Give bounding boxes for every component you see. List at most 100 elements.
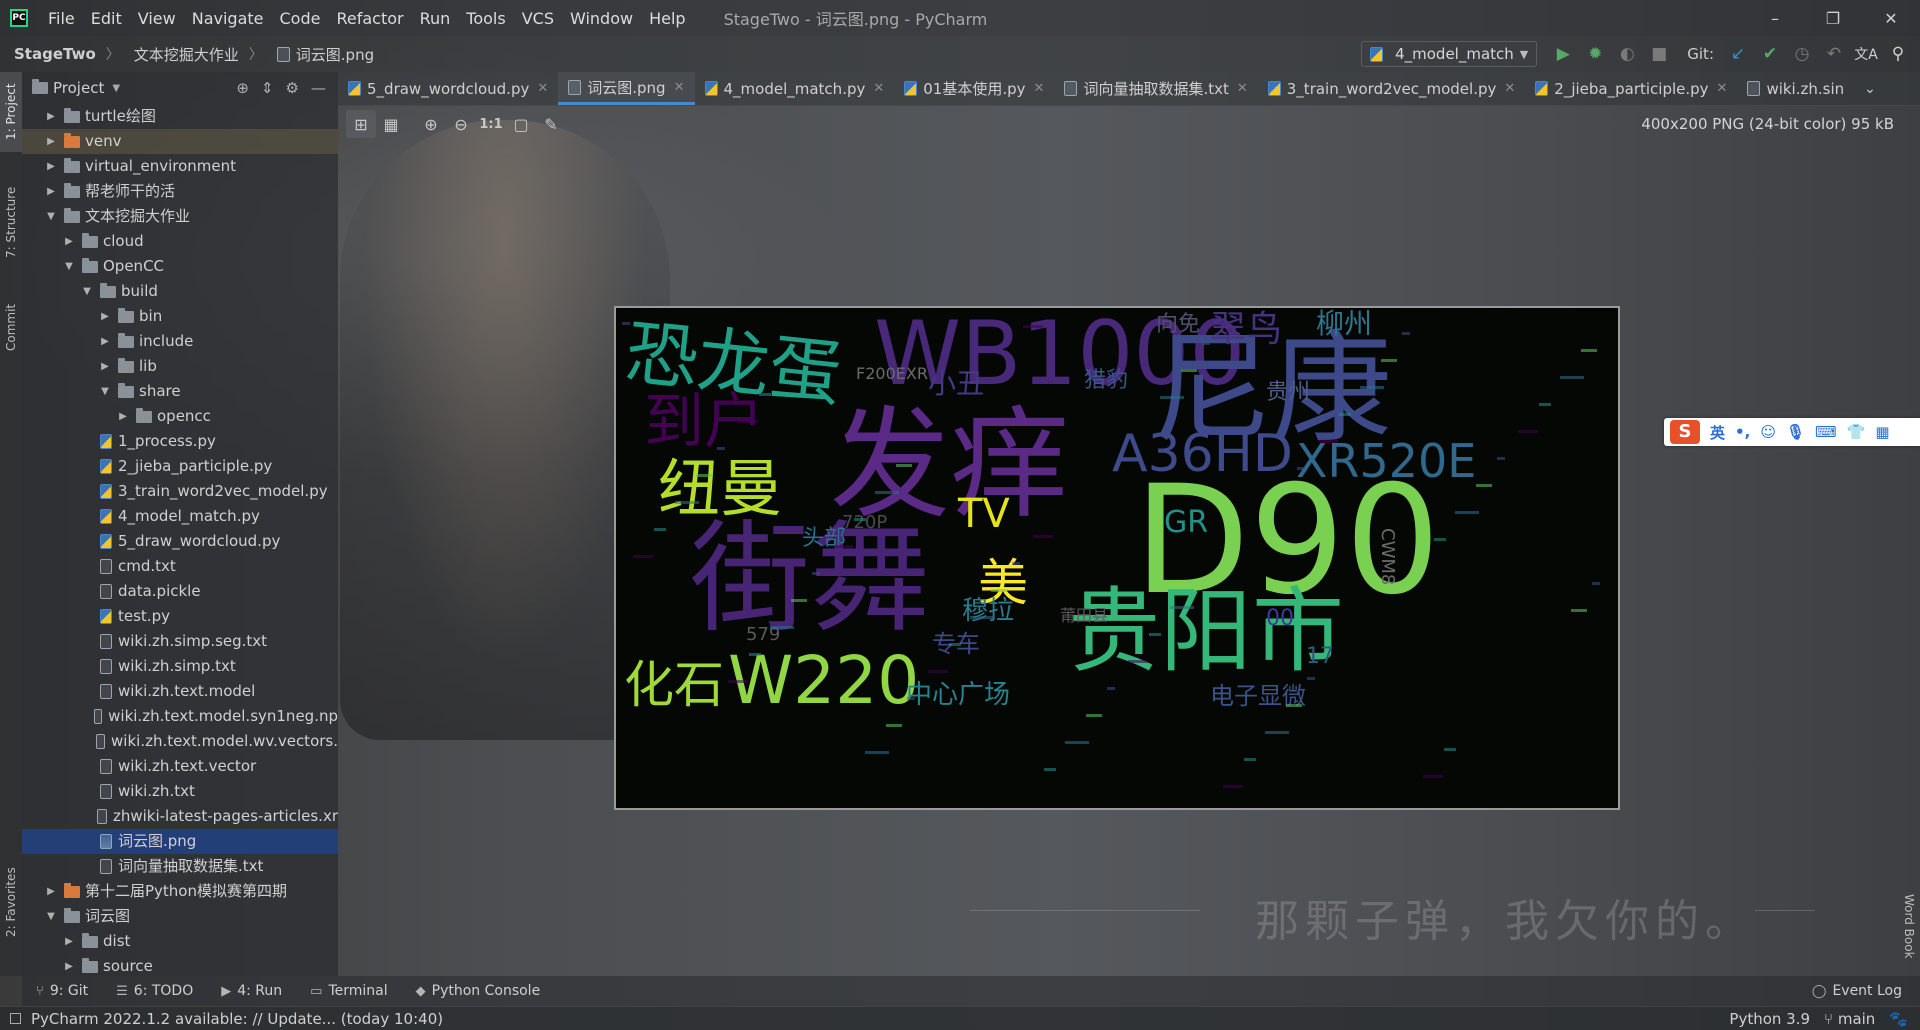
tree-item[interactable]: zhwiki-latest-pages-articles.xr [22,804,338,829]
menu-item-navigate[interactable]: Navigate [184,9,272,28]
tree-item[interactable]: 3_train_word2vec_model.py [22,479,338,504]
gear-icon[interactable]: ⚙ [286,79,299,97]
sogou-logo-icon[interactable]: S [1670,420,1700,444]
coverage-icon[interactable]: ◐ [1613,40,1641,68]
project-view-selector[interactable]: Project [53,79,104,97]
editor-tab[interactable]: 01基本使用.py ✕ [894,72,1054,105]
tree-item[interactable]: wiki.zh.text.model.wv.vectors. [22,729,338,754]
tree-item[interactable]: ▼ 文本挖掘大作业 [22,204,338,229]
color-picker-icon[interactable]: ✎ [536,110,566,138]
tree-item[interactable]: ▼ build [22,279,338,304]
hide-icon[interactable]: — [311,79,326,97]
git-branch[interactable]: ⑂ main [1824,1010,1875,1028]
editor-tab[interactable]: 5_draw_wordcloud.py ✕ [338,72,558,105]
collapsed-arrow-icon[interactable]: ▶ [44,879,58,904]
tree-item[interactable]: ▶ 第十二届Python模拟赛第四期 [22,879,338,904]
tree-item[interactable]: ▶ virtual_environment [22,154,338,179]
tree-item[interactable]: test.py [22,604,338,629]
collapsed-arrow-icon[interactable]: ▶ [44,179,58,204]
tree-item[interactable]: ▼ 词云图 [22,904,338,929]
punctuation-icon[interactable]: •, [1735,423,1750,441]
zoom-out-icon[interactable]: ⊖ [446,110,476,138]
breadcrumb-folder[interactable]: 文本挖掘大作业 [120,44,239,65]
tool-tab-project[interactable]: 1: Project [0,72,22,152]
close-tab-icon[interactable]: ✕ [873,81,884,96]
chevron-down-icon[interactable]: ▼ [112,83,120,94]
tool-tab-commit[interactable]: Commit [0,287,22,367]
close-tab-icon[interactable]: ✕ [1717,81,1728,96]
menu-item-tools[interactable]: Tools [458,9,513,28]
editor-tab[interactable]: 词云图.png ✕ [558,72,695,105]
close-button[interactable]: ✕ [1862,9,1920,28]
expanded-arrow-icon[interactable]: ▼ [80,279,94,304]
tree-item[interactable]: 1_process.py [22,429,338,454]
tree-item[interactable]: wiki.zh.text.model.syn1neg.np [22,704,338,729]
close-tab-icon[interactable]: ✕ [1504,81,1515,96]
keyboard-icon[interactable]: ⌨ [1815,423,1837,441]
tree-item[interactable]: ▶ bin [22,304,338,329]
editor-tab[interactable]: 词向量抽取数据集.txt ✕ [1054,72,1257,105]
run-icon[interactable]: ▶ [1549,40,1577,68]
debug-icon[interactable]: ✹ [1581,40,1609,68]
tree-item[interactable]: wiki.zh.text.vector [22,754,338,779]
git-rollback-icon[interactable]: ↶ [1820,40,1848,68]
tool-tab-word-book[interactable]: Word Book [1898,876,1920,976]
bottom-tool-4-run[interactable]: ▶ 4: Run [207,983,296,999]
menu-item-window[interactable]: Window [562,9,641,28]
translate-icon[interactable]: 文A [1852,40,1880,68]
collapsed-arrow-icon[interactable]: ▶ [98,354,112,379]
bottom-tool-terminal[interactable]: ▭ Terminal [296,983,401,999]
tree-item[interactable]: cmd.txt [22,554,338,579]
bottom-tool-9-git[interactable]: ⑂ 9: Git [22,983,102,999]
run-config-selector[interactable]: 4_model_match ▼ [1361,41,1538,67]
tree-item[interactable]: 4_model_match.py [22,504,338,529]
tree-item[interactable]: ▶ include [22,329,338,354]
collapsed-arrow-icon[interactable]: ▶ [44,129,58,154]
close-tab-icon[interactable]: ✕ [1034,81,1045,96]
expanded-arrow-icon[interactable]: ▼ [44,204,58,229]
editor-tab[interactable]: 2_jieba_participle.py ✕ [1525,72,1737,105]
menu-item-refactor[interactable]: Refactor [328,9,411,28]
collapsed-arrow-icon[interactable]: ▶ [62,229,76,254]
menu-item-edit[interactable]: Edit [83,9,130,28]
tree-item[interactable]: ▼ OpenCC [22,254,338,279]
locate-icon[interactable]: ⊕ [236,79,249,97]
breadcrumb-file[interactable]: 词云图.png [263,44,374,65]
menu-item-view[interactable]: View [130,9,184,28]
collapsed-arrow-icon[interactable]: ▶ [44,154,58,179]
collapsed-arrow-icon[interactable]: ▶ [98,304,112,329]
close-tab-icon[interactable]: ✕ [537,81,548,96]
menu-item-file[interactable]: File [40,9,83,28]
menu-item-run[interactable]: Run [412,9,459,28]
collapsed-arrow-icon[interactable]: ▶ [116,404,130,429]
tree-item[interactable]: ▶ cloud [22,229,338,254]
git-commit-icon[interactable]: ✔ [1756,40,1784,68]
tree-item[interactable]: wiki.zh.text.model [22,679,338,704]
chessboard-icon[interactable]: ⊞ [346,110,376,138]
editor-tab[interactable]: 3_train_word2vec_model.py ✕ [1258,72,1526,105]
git-history-icon[interactable]: ◷ [1788,40,1816,68]
bottom-tool-python-console[interactable]: ◆ Python Console [402,983,555,999]
collapse-all-icon[interactable]: ⇕ [261,79,274,97]
tree-item[interactable]: ▼ share [22,379,338,404]
tree-item[interactable]: wiki.zh.simp.txt [22,654,338,679]
close-tab-icon[interactable]: ✕ [1237,81,1248,96]
breadcrumb-project[interactable]: StageTwo [0,45,96,63]
editor-tab[interactable]: wiki.zh.sin [1737,72,1854,105]
skin-icon[interactable]: 👕 [1847,423,1866,441]
restore-button[interactable]: ❐ [1804,9,1862,28]
collapsed-arrow-icon[interactable]: ▶ [98,329,112,354]
tree-item[interactable]: ▶ opencc [22,404,338,429]
tool-tab-structure[interactable]: 7: Structure [0,172,22,272]
tree-item[interactable]: ▶ dist [22,929,338,954]
zoom-in-icon[interactable]: ⊕ [416,110,446,138]
close-tab-icon[interactable]: ✕ [674,80,685,95]
collapsed-arrow-icon[interactable]: ▶ [44,104,58,129]
paw-icon[interactable]: 🐾 [1889,1010,1908,1028]
tree-item[interactable]: ▶ lib [22,354,338,379]
expanded-arrow-icon[interactable]: ▼ [98,379,112,404]
python-interpreter[interactable]: Python 3.9 [1729,1010,1810,1028]
tree-item[interactable]: 5_draw_wordcloud.py [22,529,338,554]
tree-item[interactable]: 2_jieba_participle.py [22,454,338,479]
menu-item-help[interactable]: Help [641,9,693,28]
